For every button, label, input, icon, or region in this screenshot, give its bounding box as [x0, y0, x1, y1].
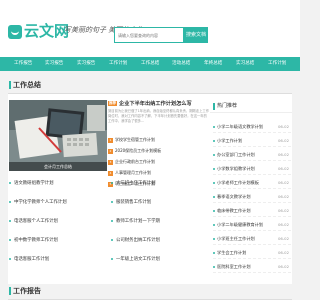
bullet-icon: [111, 219, 113, 222]
recommend-badge: 推荐: [108, 101, 117, 106]
number-badge: 2: [108, 148, 113, 154]
bullet-icon: [111, 200, 113, 203]
item-date: 06-02: [277, 194, 289, 199]
sidebar-item[interactable]: 小学二年级语文教学计划 06-02: [213, 120, 291, 133]
item-date: 06-02: [277, 222, 289, 227]
sidebar-item[interactable]: 小学数学组教学计划 06-02: [213, 162, 291, 175]
bullet-icon: [213, 154, 215, 156]
featured-photo[interactable]: 会计月工作总结: [9, 100, 107, 171]
bullet-icon: [111, 257, 113, 260]
list-item[interactable]: 3 企业行政前台工作计划: [108, 157, 155, 166]
bullet-icon: [9, 238, 11, 241]
number-badge: 1: [108, 137, 113, 143]
sidebar-item[interactable]: 春季语文教学计划 06-02: [213, 190, 291, 203]
section-title-work-report: 工作报告: [0, 284, 300, 298]
sidebar-item[interactable]: 小学工作计划 06-02: [213, 134, 291, 147]
nav-item[interactable]: 活动总结: [172, 57, 190, 71]
bullet-icon: [9, 200, 11, 203]
sidebar-item[interactable]: 医院科室工作计划 06-02: [213, 260, 291, 273]
sidebar-item[interactable]: 小学二年级健康教育计划 06-02: [213, 218, 291, 231]
item-date: 06-02: [277, 264, 289, 269]
list-item[interactable]: 教师工作计划一下学期: [111, 215, 160, 228]
section-title-work-summary: 工作总结: [0, 78, 300, 92]
list-item[interactable]: 2 2020保险员工作计划模板: [108, 146, 161, 155]
header: 云文网 写美丽的句子 美丽的人生 搜索文档: [0, 0, 300, 57]
nav-item[interactable]: 工作计划: [109, 57, 127, 71]
bullet-icon: [213, 168, 215, 170]
bullet-icon: [9, 219, 11, 222]
nav-item[interactable]: 实习总结: [236, 57, 254, 71]
list-item[interactable]: 大三班主任工作计划: [111, 177, 156, 190]
number-badge: 3: [108, 159, 113, 165]
nav-item[interactable]: 工作计划: [268, 57, 286, 71]
photo-caption: 会计月工作总结: [9, 162, 107, 171]
list-item[interactable]: 一年级上语文工作计划: [111, 253, 160, 266]
list-item[interactable]: 公司财务出纳工作计划: [111, 234, 160, 247]
bullet-icon: [111, 181, 113, 184]
main-nav: 工作报告 实习报告 实习报告 工作计划 工作总结 活动总结 年终总结 实习总结 …: [0, 57, 300, 71]
list-item[interactable]: 1 学校学生宿管工作计划: [108, 135, 155, 144]
item-date: 06-02: [277, 250, 289, 255]
list-item[interactable]: 电话客服个人工作计划: [9, 215, 58, 228]
sidebar-title: 热门推荐: [210, 100, 292, 113]
bullet-icon: [213, 210, 215, 212]
hot-recommend-sidebar: 热门推荐 小学二年级语文教学计划 06-02 小学工作计划 06-02 办公室部门工…: [210, 100, 292, 280]
number-badge: 4: [108, 170, 113, 176]
item-date: 06-02: [277, 180, 289, 185]
bullet-icon: [213, 252, 215, 254]
item-date: 06-02: [277, 138, 289, 143]
item-date: 06-02: [277, 236, 289, 241]
bullet-icon: [213, 266, 215, 268]
featured-description: 到目前为止我已做了1年出纳，我自始至终都认真负责，刚刚走上工作岗位时，我对工作内…: [108, 109, 210, 123]
bullet-icon: [213, 238, 215, 240]
bullet-icon: [213, 196, 215, 198]
nav-item[interactable]: 工作报告: [14, 57, 32, 71]
site-logo[interactable]: 云文网: [24, 22, 69, 40]
item-date: 06-02: [277, 152, 289, 157]
search-input[interactable]: [114, 27, 184, 43]
nav-item[interactable]: 年终总结: [204, 57, 222, 71]
list-item[interactable]: 服装销售工作计划: [111, 196, 151, 209]
section-marker: [9, 287, 11, 295]
list-item[interactable]: 语文教研组教学计划: [9, 177, 54, 190]
list-item[interactable]: 4 人事管理月工作计划: [108, 168, 151, 177]
bullet-icon: [9, 181, 11, 184]
search-button[interactable]: 搜索文档: [184, 27, 208, 43]
bullet-icon: [213, 140, 215, 142]
list-item[interactable]: 中学化学教师个人工作计划: [9, 196, 67, 209]
item-date: 06-02: [277, 208, 289, 213]
list-item[interactable]: 初中数学教师工作计划: [9, 234, 58, 247]
section-marker: [213, 103, 215, 110]
nav-item[interactable]: 工作总结: [141, 57, 159, 71]
office-desk-image: [9, 100, 107, 171]
logo-icon[interactable]: [8, 25, 22, 39]
nav-item[interactable]: 实习报告: [45, 57, 63, 71]
item-date: 06-02: [277, 124, 289, 129]
sidebar-item[interactable]: 办公室部门工作计划 06-02: [213, 148, 291, 161]
sidebar-item[interactable]: 临床带教工作计划 06-02: [213, 204, 291, 217]
bullet-icon: [213, 224, 215, 226]
bullet-icon: [111, 238, 113, 241]
list-item[interactable]: 电话客服工作计划: [9, 253, 49, 266]
bullet-icon: [9, 257, 11, 260]
section-marker: [9, 81, 11, 89]
sidebar-item[interactable]: 小学老师工作计划模板 06-02: [213, 176, 291, 189]
bullet-icon: [213, 182, 215, 184]
bullet-icon: [213, 126, 215, 128]
featured-title[interactable]: 推荐 企业下半年出纳工作计划怎么写: [108, 100, 192, 108]
sidebar-item[interactable]: 学生会工作计划 06-02: [213, 246, 291, 259]
sidebar-item[interactable]: 小学班主任工作计划 06-02: [213, 232, 291, 245]
nav-item[interactable]: 实习报告: [77, 57, 95, 71]
item-date: 06-02: [277, 166, 289, 171]
